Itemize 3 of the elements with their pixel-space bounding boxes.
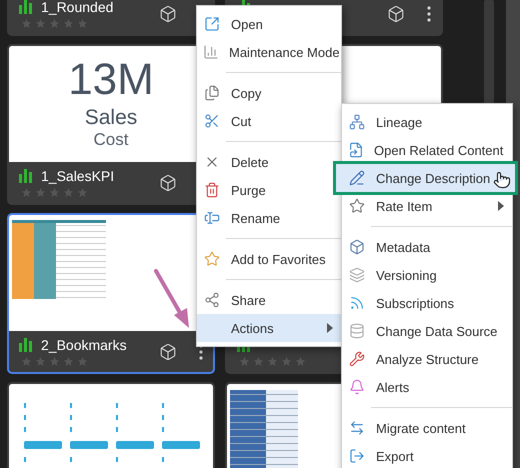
kpi-sublabel: Cost [94,130,128,150]
kpi-label: Sales [84,106,138,130]
kpi-value: 13M [68,58,154,102]
